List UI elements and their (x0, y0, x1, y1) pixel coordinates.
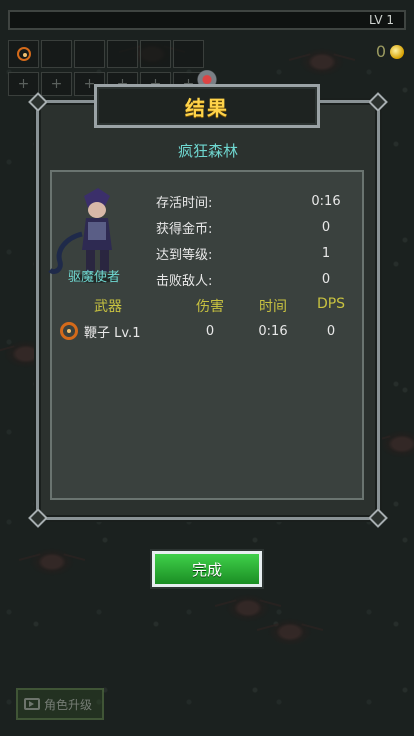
stat-row-level-reached: 达到等级: 1 (156, 240, 346, 266)
weapon-slot (41, 40, 72, 68)
stat-row-survival-time: 存活时间: 0:16 (156, 188, 346, 214)
weapon-slot (107, 40, 138, 68)
stat-value: 0 (321, 219, 331, 235)
character-upgrade-button[interactable]: 角色升级 (16, 688, 104, 720)
weapon-damage: 0 (205, 323, 215, 339)
stat-label: 存活时间: (156, 195, 213, 211)
stat-label: 获得金币: (156, 221, 213, 237)
experience-bar: LV 1 (8, 10, 406, 30)
weapon-slot (8, 40, 39, 68)
weapon-slot (74, 40, 105, 68)
bat-enemy (380, 430, 414, 458)
stat-value: 0 (321, 271, 331, 287)
weapon-table-header: 武器 伤害 时间 DPS (60, 296, 360, 316)
weapon-time: 0:16 (258, 323, 288, 339)
upgrade-label: 角色升级 (44, 697, 93, 712)
weapon-name: 鞭子 Lv.1 (84, 325, 141, 341)
bat-enemy (300, 48, 344, 76)
weapon-slot (173, 40, 204, 68)
bat-enemy (226, 594, 270, 622)
whip-icon (16, 47, 31, 61)
weapon-table-row: 鞭子 Lv.1 0 0:16 0 (60, 320, 360, 342)
stage-name: 疯狂森林 (177, 142, 238, 160)
header-weapon: 武器 (94, 299, 122, 315)
weapon-slot (140, 40, 171, 68)
level-label: LV 1 (368, 13, 394, 27)
bat-enemy (268, 618, 312, 646)
stat-row-enemies-defeated: 击败敌人: 0 (156, 266, 346, 292)
header-dps: DPS (316, 296, 346, 312)
stats-list: 存活时间: 0:16 获得金币: 0 达到等级: 1 击败敌人: 0 (156, 188, 346, 292)
done-button[interactable]: 完成 (152, 551, 262, 587)
stat-value: 1 (321, 245, 331, 261)
video-ad-icon (24, 698, 40, 710)
header-damage: 伤害 (196, 299, 224, 315)
gold-count: 0 (375, 42, 386, 61)
bat-enemy (30, 548, 74, 576)
whip-icon (60, 322, 78, 340)
weapon-dps: 0 (326, 323, 336, 339)
gold-counter: 0 (376, 42, 404, 61)
dialog-title: 结果 (185, 95, 229, 120)
stat-label: 达到等级: (156, 247, 213, 263)
dialog-title-banner: 结果 (94, 84, 320, 128)
passive-slot: + (8, 72, 39, 96)
stat-label: 击败敌人: (156, 273, 213, 289)
stat-value: 0:16 (311, 193, 341, 209)
character-name: 驱魔使者 (67, 270, 120, 285)
passive-slot: + (41, 72, 72, 96)
header-time: 时间 (259, 299, 287, 315)
coin-icon (390, 44, 404, 59)
stat-row-gold-earned: 获得金币: 0 (156, 214, 346, 240)
